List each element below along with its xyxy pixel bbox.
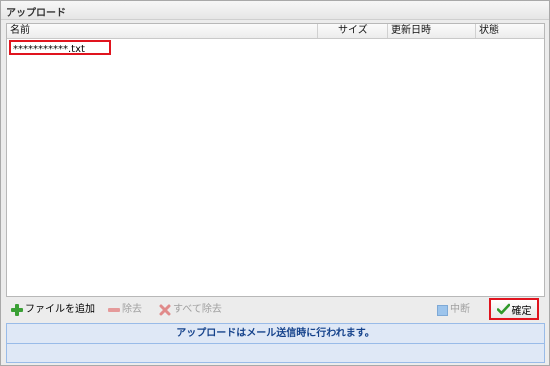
table-row[interactable]: ***********.txt bbox=[7, 40, 544, 57]
confirm-button[interactable]: 確定 bbox=[489, 298, 539, 320]
panel-title: アップロード bbox=[6, 8, 66, 19]
stop-label: 中断 bbox=[450, 304, 470, 315]
grid-header: 名前 サイズ 更新日時 状態 bbox=[7, 24, 544, 39]
minus-icon bbox=[108, 308, 120, 312]
column-header-status[interactable]: 状態 bbox=[476, 24, 544, 38]
checkmark-icon bbox=[496, 303, 510, 315]
status-bar: アップロードはメール送信時に行われます。 bbox=[6, 323, 545, 363]
remove-button[interactable]: 除去 bbox=[108, 302, 142, 318]
file-name-cell[interactable]: ***********.txt bbox=[9, 40, 111, 55]
column-header-modified[interactable]: 更新日時 bbox=[388, 24, 476, 38]
stop-icon bbox=[437, 304, 448, 316]
stop-button[interactable]: 中断 bbox=[437, 302, 470, 318]
upload-toolbar: ファイルを追加 除去 すべて除去 中断 確定 bbox=[6, 298, 545, 322]
progress-bar bbox=[7, 344, 544, 362]
remove-all-label: すべて除去 bbox=[173, 304, 222, 315]
upload-panel: アップロード 名前 サイズ 更新日時 状態 ***********.txt ファ… bbox=[0, 0, 550, 366]
plus-icon bbox=[11, 304, 23, 316]
column-header-size[interactable]: サイズ bbox=[318, 24, 388, 38]
panel-titlebar: アップロード bbox=[1, 1, 549, 20]
close-icon bbox=[159, 304, 171, 316]
add-file-button[interactable]: ファイルを追加 bbox=[11, 302, 95, 318]
status-message: アップロードはメール送信時に行われます。 bbox=[7, 324, 544, 344]
column-header-name[interactable]: 名前 bbox=[7, 24, 318, 38]
add-file-label: ファイルを追加 bbox=[25, 304, 95, 315]
file-grid: 名前 サイズ 更新日時 状態 ***********.txt bbox=[6, 23, 545, 297]
confirm-label: 確定 bbox=[511, 305, 532, 317]
remove-label: 除去 bbox=[122, 304, 142, 315]
remove-all-button[interactable]: すべて除去 bbox=[159, 302, 222, 318]
